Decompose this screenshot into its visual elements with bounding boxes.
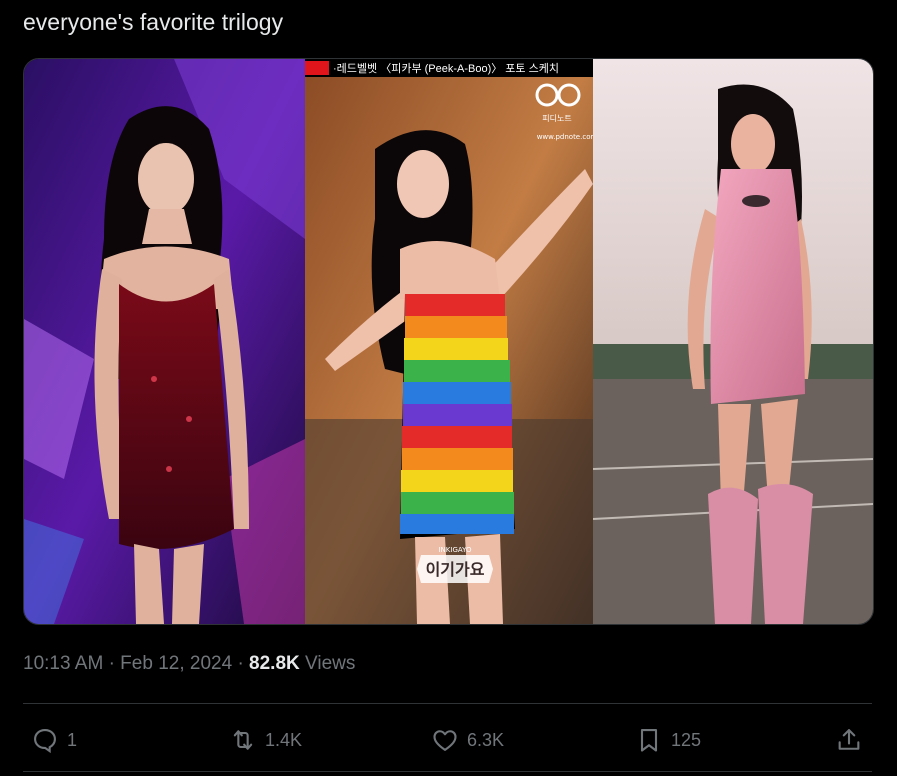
pink-dress-photo: [593, 59, 873, 624]
photo-caption-text: ·레드벨벳 〈피카부 (Peek-A-Boo)〉 포토 스케치: [333, 63, 559, 75]
retweet-count: 1.4K: [265, 729, 303, 750]
views-count: 82.8K: [249, 653, 300, 674]
media-photo-rainbow-dress[interactable]: 피디노트 www.pdnote.com INKIGAYO 이기가요 ·레드벨벳 …: [305, 59, 593, 624]
tweet-text: everyone's favorite trilogy: [23, 9, 284, 35]
tweet-actions: 1 1.4K 6.3K 125: [23, 720, 872, 760]
heart-icon: [433, 730, 457, 751]
media-photo-red-dress[interactable]: [24, 59, 305, 624]
tweet-media-grid[interactable]: 피디노트 www.pdnote.com INKIGAYO 이기가요 ·레드벨벳 …: [23, 58, 874, 625]
meta-separator: ·: [108, 653, 115, 674]
views-label: Views: [305, 653, 356, 674]
share-icon: [838, 729, 860, 750]
red-dress-photo: [24, 59, 305, 624]
bookmark-button[interactable]: 125: [635, 720, 701, 760]
rainbow-stripes: [400, 294, 515, 539]
like-button[interactable]: 6.3K: [431, 720, 504, 760]
tweet-date[interactable]: Feb 12, 2024: [120, 653, 232, 674]
photo-caption-bar: ·레드벨벳 〈피카부 (Peek-A-Boo)〉 포토 스케치: [305, 59, 593, 77]
reply-icon: [34, 729, 56, 754]
tweet-time[interactable]: 10:13 AM: [23, 653, 103, 674]
retweet-button[interactable]: 1.4K: [229, 720, 302, 760]
reply-count: 1: [67, 729, 78, 750]
watermark-bottom-small: INKIGAYO: [438, 546, 472, 554]
like-count: 6.3K: [467, 729, 505, 750]
divider: [23, 771, 872, 772]
watermark-top: 피디노트: [542, 114, 571, 123]
meta-separator: ·: [237, 653, 244, 674]
divider: [23, 703, 872, 704]
bookmark-icon: [640, 729, 658, 752]
watermark-bottom: 이기가요: [426, 560, 485, 579]
share-button[interactable]: [835, 720, 863, 760]
bookmark-count: 125: [671, 729, 702, 750]
rainbow-dress-photo: 피디노트 www.pdnote.com INKIGAYO 이기가요: [305, 59, 593, 624]
reply-button[interactable]: 1: [31, 720, 77, 760]
caption-red-block: [305, 61, 329, 75]
retweet-icon: [233, 730, 253, 750]
watermark-site: www.pdnote.com: [537, 133, 593, 141]
media-photo-pink-dress[interactable]: [593, 59, 873, 624]
tweet-meta: 10:13 AM · Feb 12, 2024 · 82.8K Views: [23, 652, 355, 676]
